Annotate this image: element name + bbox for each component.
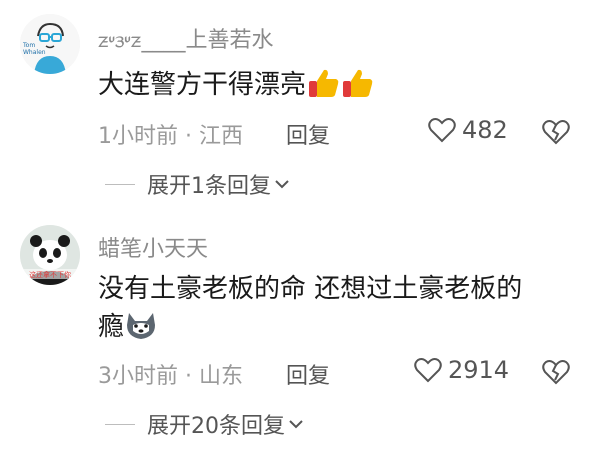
divider-line bbox=[105, 183, 135, 185]
comment-text: 没有土豪老板的命 还想过土豪老板的 瘾 bbox=[98, 270, 522, 352]
username[interactable]: ᤏᤸᤋᤸᤏ____上善若水 bbox=[98, 22, 273, 54]
comment-meta: 3小时前 · 山东 bbox=[98, 358, 243, 390]
reply-button[interactable]: 回复 bbox=[286, 118, 330, 150]
like-button[interactable]: 482 bbox=[428, 116, 508, 144]
location: 山东 bbox=[198, 364, 243, 389]
separator: · bbox=[178, 124, 199, 149]
expand-label: 展开1条回复 bbox=[147, 174, 271, 199]
reply-button[interactable]: 回复 bbox=[286, 358, 330, 390]
comment-text: 大连警方干得漂亮 bbox=[98, 66, 374, 110]
comment-text-line: 没有土豪老板的命 还想过土豪老板的 bbox=[98, 274, 523, 304]
like-button[interactable]: 2914 bbox=[414, 356, 509, 384]
broken-heart-icon bbox=[542, 360, 570, 385]
timestamp: 1小时前 bbox=[98, 124, 178, 149]
dislike-button[interactable] bbox=[541, 357, 571, 385]
comment-text-body: 大连警方干得漂亮 bbox=[98, 70, 307, 100]
heart-icon bbox=[414, 358, 442, 383]
like-count: 2914 bbox=[448, 356, 510, 384]
thumbs-up-icon bbox=[340, 67, 374, 110]
timestamp: 3小时前 bbox=[98, 364, 178, 389]
avatar-caption: 这还拿不下你 bbox=[29, 270, 71, 279]
comment-meta: 1小时前 · 江西 bbox=[98, 118, 243, 150]
avatar-illustration: Tom Whalen bbox=[20, 14, 80, 74]
dislike-button[interactable] bbox=[541, 117, 571, 145]
heart-icon bbox=[428, 118, 456, 143]
panda-avatar: 这还拿不下你 bbox=[20, 225, 80, 285]
broken-heart-icon bbox=[542, 120, 570, 145]
expand-label: 展开20条回复 bbox=[147, 414, 285, 439]
husky-dog-icon bbox=[124, 309, 158, 352]
avatar[interactable]: Tom Whalen bbox=[20, 14, 80, 74]
like-count: 482 bbox=[462, 116, 508, 144]
expand-replies-button[interactable]: 展开1条回复 bbox=[105, 168, 291, 200]
separator: · bbox=[178, 364, 199, 389]
comment-text-line: 瘾 bbox=[98, 308, 522, 352]
svg-text:Whalen: Whalen bbox=[23, 49, 46, 56]
avatar[interactable]: 这还拿不下你 bbox=[20, 225, 80, 285]
svg-text:Tom: Tom bbox=[22, 42, 35, 49]
expand-replies-button[interactable]: 展开20条回复 bbox=[105, 408, 305, 440]
divider-line bbox=[105, 423, 135, 425]
comment-text-line-end: 瘾 bbox=[98, 312, 125, 342]
thumbs-up-icon bbox=[306, 67, 340, 110]
chevron-down-icon bbox=[275, 180, 289, 189]
username[interactable]: 蜡笔小天天 bbox=[98, 231, 208, 263]
chevron-down-icon bbox=[289, 420, 303, 429]
location: 江西 bbox=[198, 124, 243, 149]
